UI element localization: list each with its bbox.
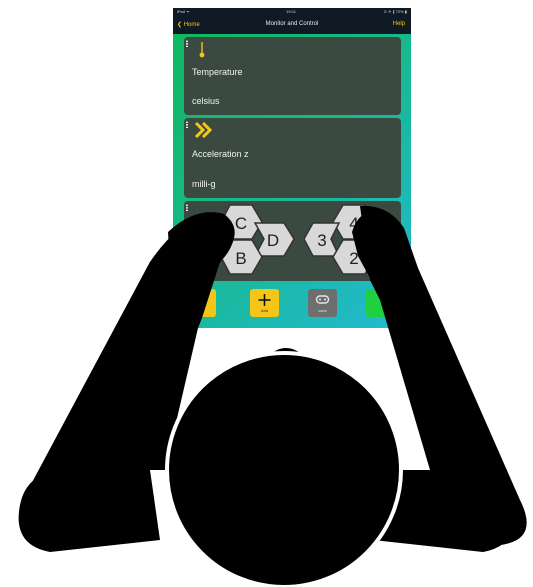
person-silhouette	[18, 205, 527, 587]
